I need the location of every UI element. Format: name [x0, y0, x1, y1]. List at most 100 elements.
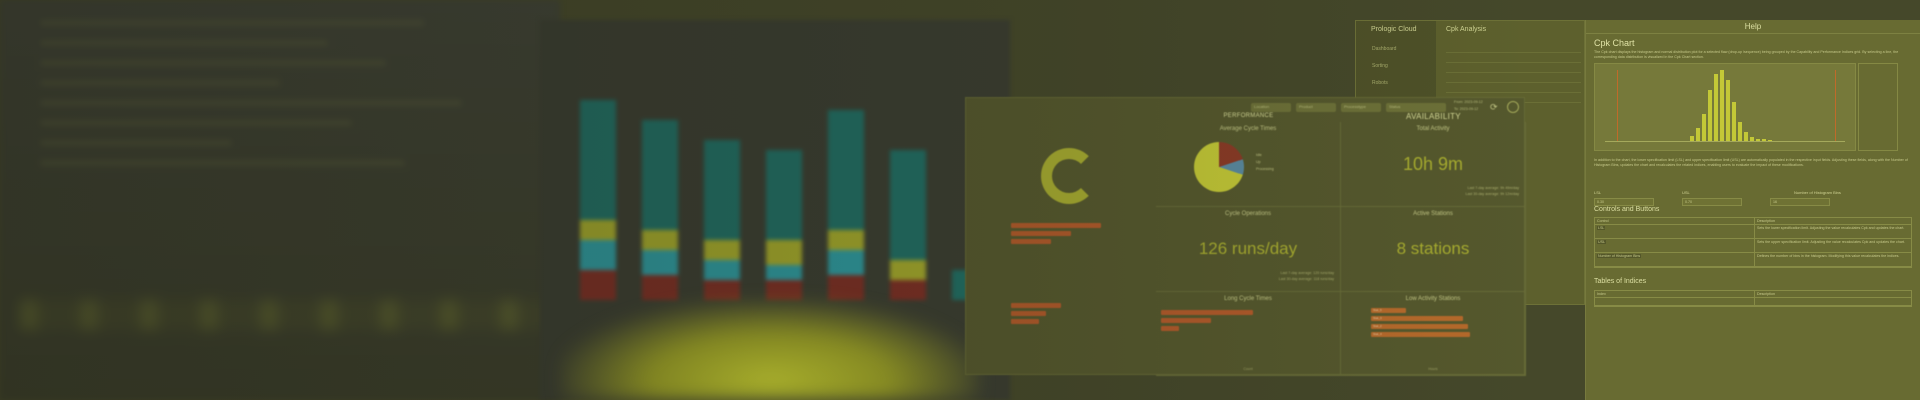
control-name: Number of Histogram Bins: [1597, 254, 1642, 258]
background-bar: [642, 120, 678, 300]
usl-label: USL: [1682, 190, 1690, 195]
controls-table: Control Description LSL Sets the lower s…: [1594, 217, 1912, 268]
total-activity-card: Total Activity 10h 9m Last 7-day average…: [1341, 122, 1526, 207]
cpk-table: [1446, 43, 1581, 103]
background-bars-left: [1011, 223, 1101, 247]
background-bar: [580, 100, 616, 300]
legend-item: Processing: [1256, 167, 1274, 171]
control-description: Defines the number of bins in the histog…: [1757, 254, 1900, 258]
table-row[interactable]: [1446, 73, 1581, 83]
bar: [1161, 326, 1179, 331]
filter-processtype[interactable]: Processtype: [1341, 103, 1381, 112]
cycle-operations-card: Cycle Operations 126 runs/day Last 7-day…: [1156, 207, 1341, 292]
filter-status[interactable]: Status: [1386, 103, 1446, 112]
bar: [1011, 223, 1101, 228]
bar: [1011, 231, 1071, 236]
sidebar-item-robots[interactable]: Robots: [1372, 80, 1388, 86]
background-strip: [20, 300, 560, 330]
background-row: [40, 60, 386, 66]
bar-stat-2: Stat_2: [1371, 324, 1468, 329]
background-bar: [890, 150, 926, 300]
x-axis: [1605, 141, 1845, 142]
table-row: Number of Histogram Bins Defines the num…: [1595, 253, 1911, 267]
background-list-view: [0, 0, 560, 400]
card-title: Long Cycle Times: [1224, 296, 1272, 302]
lsl-input[interactable]: 0.30: [1594, 198, 1654, 206]
bar-stat-4: Stat_4: [1371, 332, 1470, 337]
table-row: [1595, 298, 1911, 306]
background-glow: [560, 300, 980, 400]
pie-chart: [1194, 142, 1244, 192]
help-panel: Help Cpk Chart The Cpk chart displays th…: [1585, 20, 1920, 400]
active-stations-value: 8 stations: [1396, 239, 1470, 258]
background-bar: [766, 150, 802, 300]
table-row: LSL Sets the lower specification limit. …: [1595, 225, 1911, 239]
bar: [1011, 311, 1046, 316]
active-stations-card: Active Stations 8 stations: [1341, 207, 1526, 292]
header-cell: Control: [1595, 218, 1755, 224]
cycle-operations-note-1: Last 7-day average: 120 runs/day: [1280, 271, 1334, 275]
help-paragraph-2: In addition to the chart, the lower spec…: [1594, 158, 1908, 167]
table-row[interactable]: [1446, 53, 1581, 63]
help-intro: The Cpk chart displays the histogram and…: [1594, 50, 1899, 59]
low-activity-stations-card: Low Activity Stations Stat_5 Stat_3 Stat…: [1341, 292, 1526, 376]
card-title: Total Activity: [1416, 126, 1450, 132]
table-row: USL Sets the upper specification limit. …: [1595, 239, 1911, 253]
histogram-bar: [1708, 90, 1712, 142]
pie-legend: Idle Up Processing: [1256, 152, 1274, 173]
legend-item: Idle: [1256, 153, 1262, 157]
sidebar-item-dashboard[interactable]: Dashboard: [1372, 46, 1396, 52]
bins-input[interactable]: 16: [1770, 198, 1830, 206]
control-description: Sets the upper specification limit. Adju…: [1757, 240, 1906, 244]
section-availability: AVAILABILITY: [1406, 112, 1461, 121]
sidebar-item-sorting[interactable]: Sorting: [1372, 63, 1388, 69]
histogram-bar: [1726, 80, 1730, 142]
help-header: Help: [1586, 20, 1920, 34]
bar: [1011, 319, 1039, 324]
table-row[interactable]: [1446, 43, 1581, 53]
date-from[interactable]: From: 2023-09-12: [1452, 100, 1486, 107]
usl-line: [1835, 70, 1836, 142]
background-row: [40, 140, 232, 146]
card-title: Average Cycle Times: [1219, 126, 1277, 132]
control-description: Sets the lower specification limit. Adju…: [1757, 226, 1905, 230]
controls-heading: Controls and Buttons: [1594, 206, 1660, 213]
background-row: [40, 20, 424, 26]
cpk-sidebar-title: Prologic Cloud: [1371, 26, 1417, 33]
indices-table: Index Description: [1594, 290, 1912, 307]
indices-heading: Tables of Indices: [1594, 278, 1647, 285]
lsl-line: [1617, 70, 1618, 142]
table-row[interactable]: [1446, 83, 1581, 93]
bar: [1011, 239, 1051, 244]
lsl-label: LSL: [1594, 190, 1602, 195]
card-title: Active Stations: [1413, 211, 1453, 217]
control-name: USL: [1597, 240, 1606, 244]
filter-location[interactable]: Location: [1251, 103, 1291, 112]
section-performance: PERFORMANCE: [1223, 113, 1274, 119]
table-header: Control Description: [1595, 218, 1911, 225]
axis-label: Hours: [1428, 367, 1438, 371]
kpi-grid: PERFORMANCE AVAILABILITY Average Cycle T…: [1156, 112, 1526, 376]
help-heading: Cpk Chart: [1594, 38, 1635, 48]
total-activity-value: 10h 9m: [1402, 154, 1464, 174]
cpk-index-mini-table: [1858, 63, 1898, 151]
header-cell: Description: [1757, 292, 1775, 296]
help-title: Help: [1744, 22, 1762, 31]
long-cycle-bars: [1161, 310, 1253, 334]
filter-product[interactable]: Product: [1296, 103, 1336, 112]
low-activity-bars: Stat_5 Stat_3 Stat_2 Stat_4: [1371, 308, 1470, 340]
background-row: [40, 120, 352, 126]
axis-label: Count: [1243, 367, 1253, 371]
usl-input[interactable]: 0.70: [1682, 198, 1742, 206]
average-cycle-times-card: Average Cycle Times Idle Up Processing: [1156, 122, 1341, 207]
total-activity-note-1: Last 7-day average: 9h 49m/day: [1467, 186, 1519, 190]
header-cell: Description: [1757, 219, 1775, 223]
card-title: Cycle Operations: [1224, 211, 1272, 217]
histogram-bar: [1696, 128, 1700, 142]
histogram-bar: [1702, 114, 1706, 142]
histogram-bar: [1732, 102, 1736, 142]
dashboard-window: Location Product Processtype Status From…: [965, 97, 1526, 376]
background-row: [40, 40, 328, 46]
cpk-heading: Cpk Analysis: [1446, 26, 1487, 33]
table-row[interactable]: [1446, 63, 1581, 73]
